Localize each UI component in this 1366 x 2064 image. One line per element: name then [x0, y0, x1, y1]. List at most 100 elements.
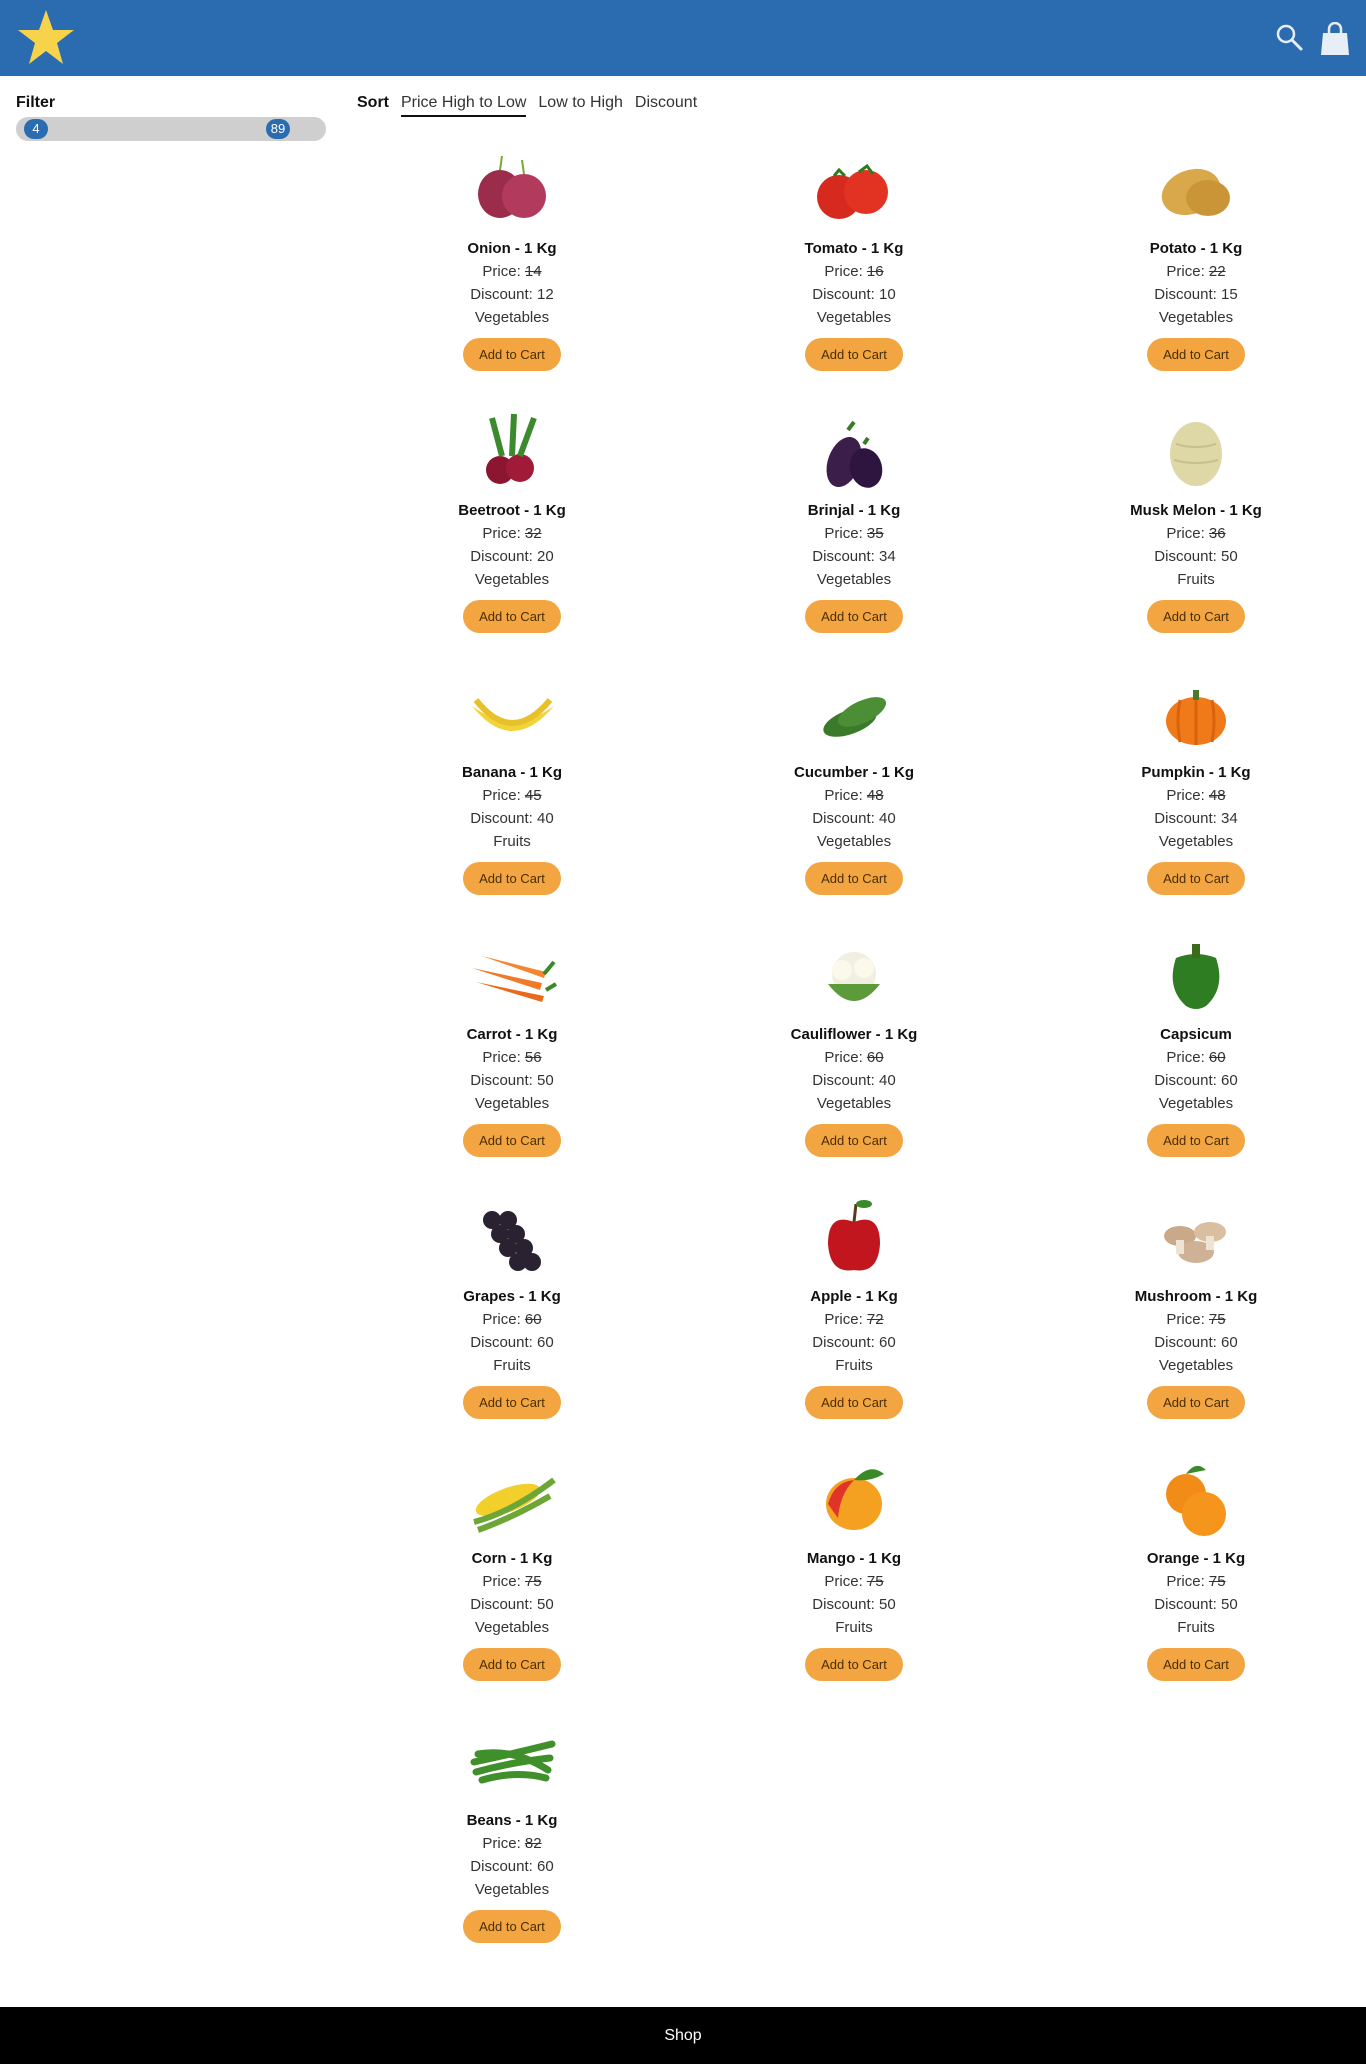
- product-name: Capsicum: [1160, 1026, 1232, 1043]
- product-discount: Discount: 15: [1154, 286, 1238, 303]
- product-card: Beetroot - 1 Kg Price: 32 Discount: 20 Vege…: [341, 404, 683, 666]
- price-value: 82: [524, 1835, 542, 1852]
- price-label: Price:: [824, 787, 867, 804]
- product-card: Cauliflower - 1 Kg Price: 60 Discount: 40 V…: [683, 928, 1025, 1190]
- product-price: Price: 60: [824, 1049, 883, 1066]
- star-icon[interactable]: [16, 8, 76, 68]
- add-to-cart-button[interactable]: Add to Cart: [463, 338, 561, 371]
- beans-image: [470, 1740, 556, 1784]
- product-category: Vegetables: [474, 1095, 550, 1112]
- product-discount: Discount: 60: [470, 1334, 554, 1351]
- product-category: Vegetables: [474, 1881, 550, 1898]
- search-icon[interactable]: [1274, 22, 1304, 52]
- product-card: Tomato - 1 Kg Price: 16 Discount: 10 Vegeta…: [683, 142, 1025, 404]
- product-category: Fruits: [1177, 1619, 1215, 1636]
- price-value: 56: [524, 1049, 542, 1066]
- add-to-cart-button[interactable]: Add to Cart: [805, 1124, 903, 1157]
- product-card: Pumpkin - 1 Kg Price: 48 Discount: 34 Veget…: [1025, 666, 1366, 928]
- top-header: [0, 0, 1366, 76]
- product-price: Price: 60: [1166, 1049, 1225, 1066]
- add-to-cart-button[interactable]: Add to Cart: [1147, 600, 1245, 633]
- onion-image: [478, 155, 546, 218]
- price-label: Price:: [1166, 263, 1209, 280]
- add-to-cart-button[interactable]: Add to Cart: [805, 1386, 903, 1419]
- product-discount: Discount: 12: [470, 286, 554, 303]
- melon-image: [1170, 422, 1222, 486]
- product-price: Price: 32: [482, 525, 541, 542]
- product-card: Onion - 1 Kg Price: 14 Discount: 12 Vegetab…: [341, 142, 683, 404]
- add-to-cart-button[interactable]: Add to Cart: [1147, 338, 1245, 371]
- sort-price-high-to-low[interactable]: Price High to Low: [401, 94, 527, 117]
- add-to-cart-button[interactable]: Add to Cart: [463, 1910, 561, 1943]
- add-to-cart-button[interactable]: Add to Cart: [463, 862, 561, 895]
- add-to-cart-button[interactable]: Add to Cart: [463, 1124, 561, 1157]
- shopping-bag-icon[interactable]: [1320, 22, 1350, 56]
- price-label: Price:: [1166, 1311, 1209, 1328]
- product-category: Vegetables: [1158, 1357, 1234, 1374]
- product-price: Price: 48: [824, 787, 883, 804]
- product-price: Price: 75: [482, 1573, 541, 1590]
- banana-image: [472, 698, 554, 731]
- add-to-cart-button[interactable]: Add to Cart: [805, 1648, 903, 1681]
- price-value: 60: [524, 1311, 542, 1328]
- price-value: 48: [1208, 787, 1226, 804]
- price-value: 75: [866, 1573, 884, 1590]
- capsicum-image: [1172, 944, 1220, 1009]
- product-name: Potato - 1 Kg: [1149, 240, 1243, 257]
- footer-bar: Shop: [0, 2007, 1366, 2064]
- pumpkin-image: [1166, 690, 1226, 745]
- mushroom-image: [1164, 1222, 1226, 1263]
- price-value: 16: [866, 263, 884, 280]
- product-price: Price: 35: [824, 525, 883, 542]
- add-to-cart-button[interactable]: Add to Cart: [1147, 1124, 1245, 1157]
- apple-image: [828, 1200, 880, 1271]
- add-to-cart-button[interactable]: Add to Cart: [463, 600, 561, 633]
- price-label: Price:: [482, 1835, 525, 1852]
- product-price: Price: 36: [1166, 525, 1225, 542]
- price-value: 72: [866, 1311, 884, 1328]
- add-to-cart-button[interactable]: Add to Cart: [805, 862, 903, 895]
- product-price: Price: 16: [824, 263, 883, 280]
- add-to-cart-button[interactable]: Add to Cart: [805, 338, 903, 371]
- sort-discount[interactable]: Discount: [635, 94, 697, 117]
- add-to-cart-button[interactable]: Add to Cart: [463, 1386, 561, 1419]
- product-card: Musk Melon - 1 Kg Price: 36 Discount: 50 Fr…: [1025, 404, 1366, 666]
- add-to-cart-button[interactable]: Add to Cart: [805, 600, 903, 633]
- product-name: Grapes - 1 Kg: [463, 1288, 561, 1305]
- product-discount: Discount: 50: [1154, 1596, 1238, 1613]
- product-discount: Discount: 60: [1154, 1072, 1238, 1089]
- price-label: Price:: [482, 263, 525, 280]
- add-to-cart-button[interactable]: Add to Cart: [1147, 1386, 1245, 1419]
- sort-low-to-high[interactable]: Low to High: [538, 94, 623, 117]
- product-name: Banana - 1 Kg: [461, 764, 563, 781]
- product-name: Onion - 1 Kg: [467, 240, 557, 257]
- product-price: Price: 75: [1166, 1573, 1225, 1590]
- product-name: Mango - 1 Kg: [806, 1550, 902, 1567]
- price-value: 75: [524, 1573, 542, 1590]
- product-card: Corn - 1 Kg Price: 75 Discount: 50 Vegetabl…: [341, 1452, 683, 1714]
- product-category: Fruits: [493, 1357, 531, 1374]
- footer-shop-link[interactable]: Shop: [664, 2027, 701, 2045]
- slider-max-thumb[interactable]: 89: [266, 119, 290, 139]
- sort-bar: Sort Price High to Low Low to High Disco…: [357, 94, 697, 117]
- price-label: Price:: [482, 1049, 525, 1066]
- product-grid: Onion - 1 Kg Price: 14 Discount: 12 Vegetab…: [341, 142, 1341, 1976]
- product-name: Cucumber - 1 Kg: [793, 764, 914, 781]
- product-category: Vegetables: [474, 1619, 550, 1636]
- product-card: Capsicum Price: 60 Discount: 60 Vegetables A…: [1025, 928, 1366, 1190]
- product-category: Vegetables: [1158, 1095, 1234, 1112]
- add-to-cart-button[interactable]: Add to Cart: [1147, 1648, 1245, 1681]
- price-label: Price:: [824, 525, 867, 542]
- add-to-cart-button[interactable]: Add to Cart: [463, 1648, 561, 1681]
- product-discount: Discount: 40: [812, 1072, 896, 1089]
- slider-min-thumb[interactable]: 4: [24, 119, 48, 139]
- product-name: Beans - 1 Kg: [466, 1812, 558, 1829]
- product-discount: Discount: 50: [1154, 548, 1238, 565]
- product-name: Pumpkin - 1 Kg: [1141, 764, 1251, 781]
- product-discount: Discount: 60: [812, 1334, 896, 1351]
- add-to-cart-button[interactable]: Add to Cart: [1147, 862, 1245, 895]
- price-value: 14: [524, 263, 542, 280]
- price-range-slider[interactable]: 4 89: [16, 117, 326, 141]
- carrot-image: [472, 956, 558, 1002]
- product-card: Banana - 1 Kg Price: 45 Discount: 40 Fruits…: [341, 666, 683, 928]
